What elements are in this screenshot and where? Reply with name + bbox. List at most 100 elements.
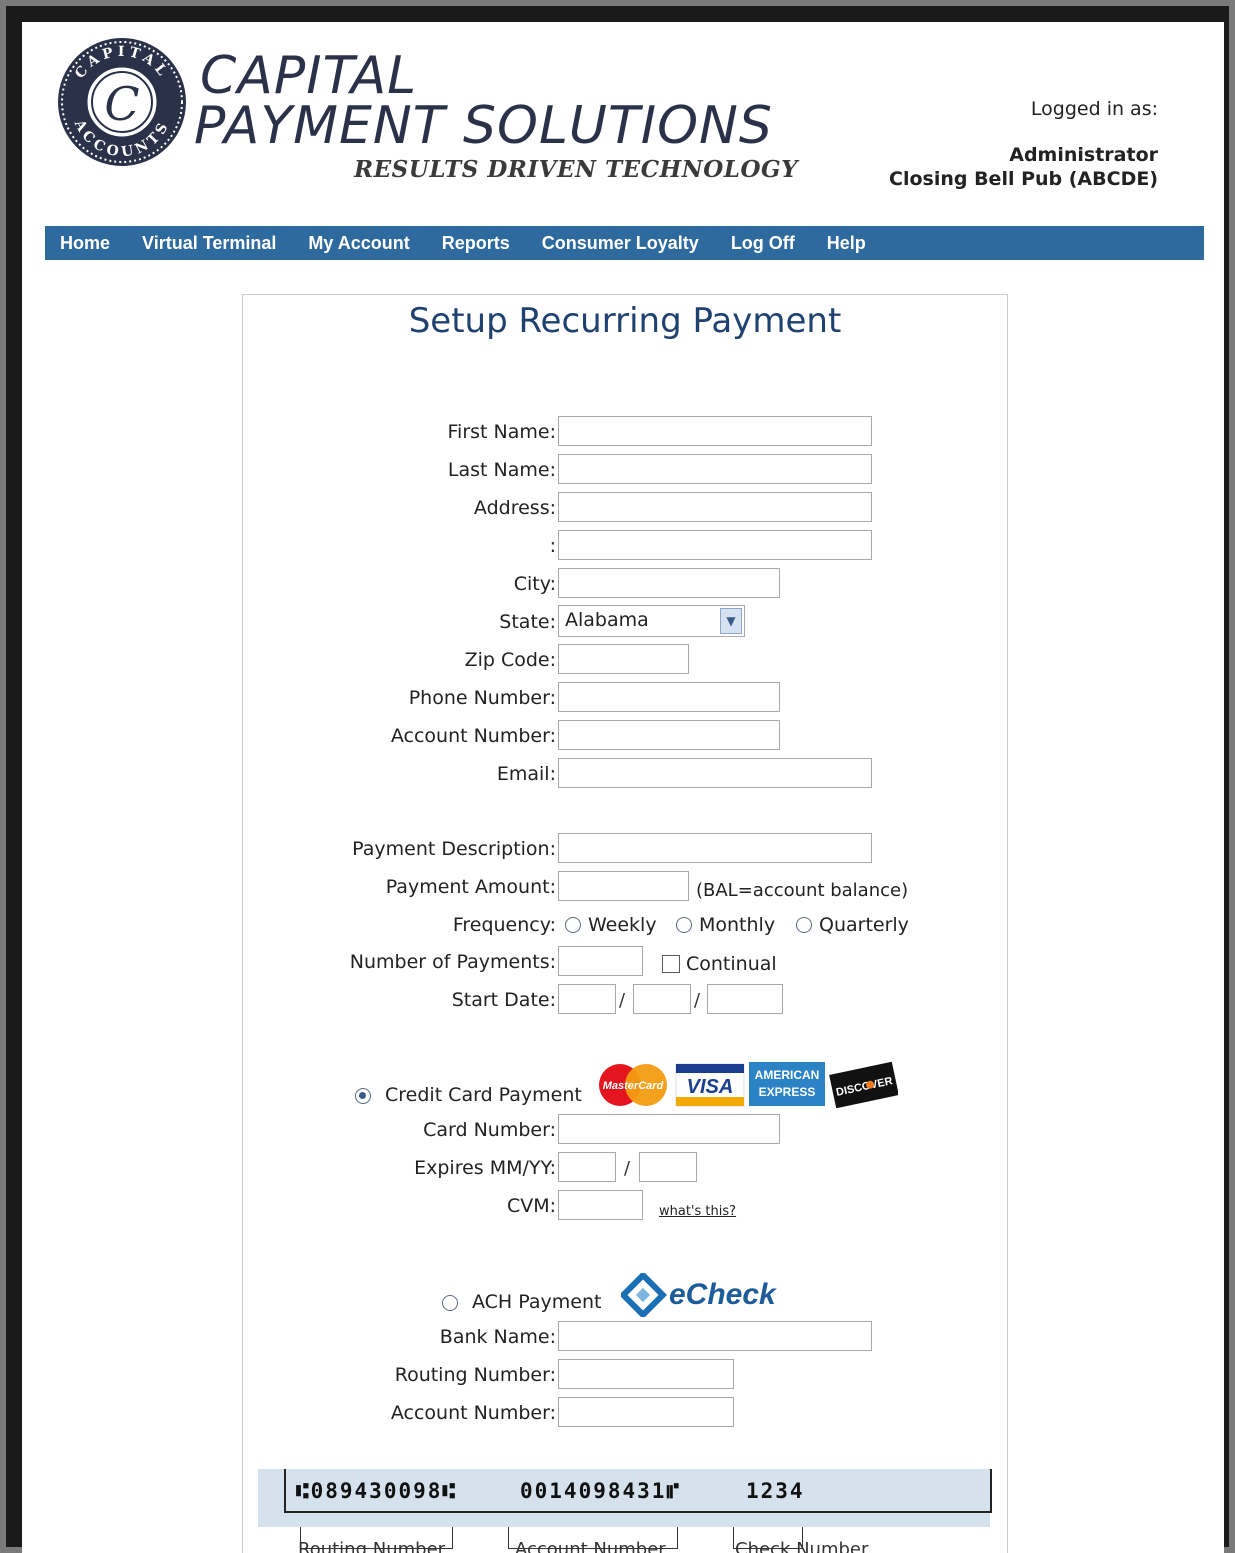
frequency-weekly-radio[interactable]	[565, 917, 581, 933]
window-frame: C CAPITAL ACCOUNTS CAPITAL PAYMENT SOLUT…	[6, 6, 1229, 1553]
check-routing-micr: ⑆089430098⑆	[296, 1479, 457, 1503]
card-number-input[interactable]	[558, 1114, 780, 1144]
mastercard-logo: MasterCard	[599, 1064, 667, 1106]
svg-text:EXPRESS: EXPRESS	[759, 1085, 816, 1099]
frequency-monthly-label: Monthly	[699, 914, 776, 936]
check-account-micr: 0014098431⑈	[520, 1479, 682, 1503]
routing-number-label: Routing Number:	[394, 1364, 556, 1386]
logged-in-user: Administrator	[1009, 144, 1158, 166]
nav-help[interactable]: Help	[827, 233, 866, 254]
payment-amount-input[interactable]	[558, 871, 689, 901]
date-separator: /	[619, 990, 626, 1011]
cvm-input[interactable]	[558, 1190, 643, 1220]
card-logos: MasterCard VISA AMERICAN EXPRESS DISCOVE…	[599, 1061, 898, 1108]
check-number-caption: Check Number	[735, 1539, 869, 1553]
echeck-logo: eCheck	[621, 1273, 777, 1317]
routing-number-caption: Routing Number	[298, 1539, 446, 1553]
brand-name-line2: PAYMENT SOLUTIONS	[194, 96, 773, 156]
frequency-quarterly-radio[interactable]	[796, 917, 812, 933]
nav-log-off[interactable]: Log Off	[731, 233, 795, 254]
recurring-payment-panel: Setup Recurring Payment First Name: Last…	[242, 294, 1008, 1553]
amount-note: (BAL=account balance)	[696, 880, 909, 901]
start-date-label: Start Date:	[451, 989, 556, 1011]
nav-my-account[interactable]: My Account	[308, 233, 409, 254]
routing-number-input[interactable]	[558, 1359, 734, 1389]
nav-home[interactable]: Home	[60, 233, 110, 254]
page-title: Setup Recurring Payment	[408, 301, 842, 341]
start-date-year-input[interactable]	[707, 984, 783, 1014]
account-number-caption: Account Number	[515, 1539, 666, 1553]
svg-text:MasterCard: MasterCard	[603, 1080, 664, 1092]
state-label: State:	[499, 611, 556, 633]
bank-name-label: Bank Name:	[439, 1326, 556, 1348]
zip-input[interactable]	[558, 644, 689, 674]
city-label: City:	[513, 573, 556, 595]
frequency-label: Frequency:	[452, 914, 556, 936]
company-seal-logo: C CAPITAL ACCOUNTS	[58, 38, 186, 166]
address2-input[interactable]	[558, 530, 872, 560]
payment-description-input[interactable]	[558, 833, 872, 863]
number-of-payments-label: Number of Payments:	[349, 951, 556, 973]
city-input[interactable]	[558, 568, 780, 598]
expires-separator: /	[624, 1158, 631, 1179]
payment-description-label: Payment Description:	[352, 838, 556, 860]
date-separator: /	[694, 990, 701, 1011]
start-date-day-input[interactable]	[633, 984, 691, 1014]
svg-text:VISA: VISA	[687, 1076, 734, 1098]
email-label: Email:	[496, 763, 556, 785]
continual-checkbox[interactable]	[662, 955, 680, 973]
address2-label: :	[549, 535, 556, 557]
ach-payment-radio[interactable]	[442, 1295, 458, 1311]
account-number-input[interactable]	[558, 720, 780, 750]
nav-consumer-loyalty[interactable]: Consumer Loyalty	[542, 233, 699, 254]
echeck-logo-text: eCheck	[669, 1278, 777, 1311]
brand-tagline: RESULTS DRIVEN TECHNOLOGY	[354, 156, 799, 183]
state-value: Alabama	[565, 609, 649, 631]
card-number-label: Card Number:	[423, 1119, 556, 1141]
seal-letter: C	[104, 77, 139, 131]
whats-this-link[interactable]: what's this?	[659, 1204, 736, 1219]
frequency-quarterly-label: Quarterly	[819, 914, 909, 936]
first-name-label: First Name:	[447, 421, 556, 443]
zip-label: Zip Code:	[464, 649, 556, 671]
chevron-down-icon[interactable]: ▼	[720, 608, 742, 634]
phone-label: Phone Number:	[408, 687, 556, 709]
logged-in-label: Logged in as:	[1030, 98, 1158, 120]
svg-text:AMERICAN: AMERICAN	[755, 1068, 820, 1082]
last-name-input[interactable]	[558, 454, 872, 484]
state-select[interactable]: Alabama ▼	[558, 605, 745, 637]
visa-logo: VISA	[675, 1063, 745, 1107]
brand-name-line1: CAPITAL	[200, 46, 418, 106]
discover-logo: DISCOVER	[829, 1061, 898, 1108]
nav-reports[interactable]: Reports	[442, 233, 510, 254]
address-label: Address:	[473, 497, 556, 519]
nav-virtual-terminal[interactable]: Virtual Terminal	[142, 233, 276, 254]
sample-check-image: ⑆089430098⑆ 0014098431⑈ 1234	[258, 1469, 992, 1527]
number-of-payments-input[interactable]	[558, 946, 643, 976]
cvm-label: CVM:	[506, 1195, 556, 1217]
check-number-micr: 1234	[746, 1479, 805, 1503]
first-name-input[interactable]	[558, 416, 872, 446]
main-nav: Home Virtual Terminal My Account Reports…	[45, 226, 1204, 260]
page: C CAPITAL ACCOUNTS CAPITAL PAYMENT SOLUT…	[22, 22, 1224, 1553]
expires-month-input[interactable]	[558, 1152, 616, 1182]
logged-in-merchant: Closing Bell Pub (ABCDE)	[889, 168, 1158, 190]
address-input[interactable]	[558, 492, 872, 522]
email-input[interactable]	[558, 758, 872, 788]
credit-card-payment-radio[interactable]	[355, 1088, 371, 1104]
ach-payment-label: ACH Payment	[472, 1291, 602, 1313]
expires-label: Expires MM/YY:	[414, 1157, 556, 1179]
bank-name-input[interactable]	[558, 1321, 872, 1351]
expires-year-input[interactable]	[639, 1152, 697, 1182]
frequency-monthly-radio[interactable]	[676, 917, 692, 933]
ach-account-number-label: Account Number:	[390, 1402, 556, 1424]
last-name-label: Last Name:	[447, 459, 556, 481]
start-date-month-input[interactable]	[558, 984, 616, 1014]
continual-label: Continual	[686, 953, 777, 975]
frequency-weekly-label: Weekly	[588, 914, 657, 936]
credit-card-payment-label: Credit Card Payment	[385, 1084, 582, 1106]
account-number-label: Account Number:	[390, 725, 556, 747]
ach-account-number-input[interactable]	[558, 1397, 734, 1427]
phone-input[interactable]	[558, 682, 780, 712]
payment-amount-label: Payment Amount:	[385, 876, 556, 898]
